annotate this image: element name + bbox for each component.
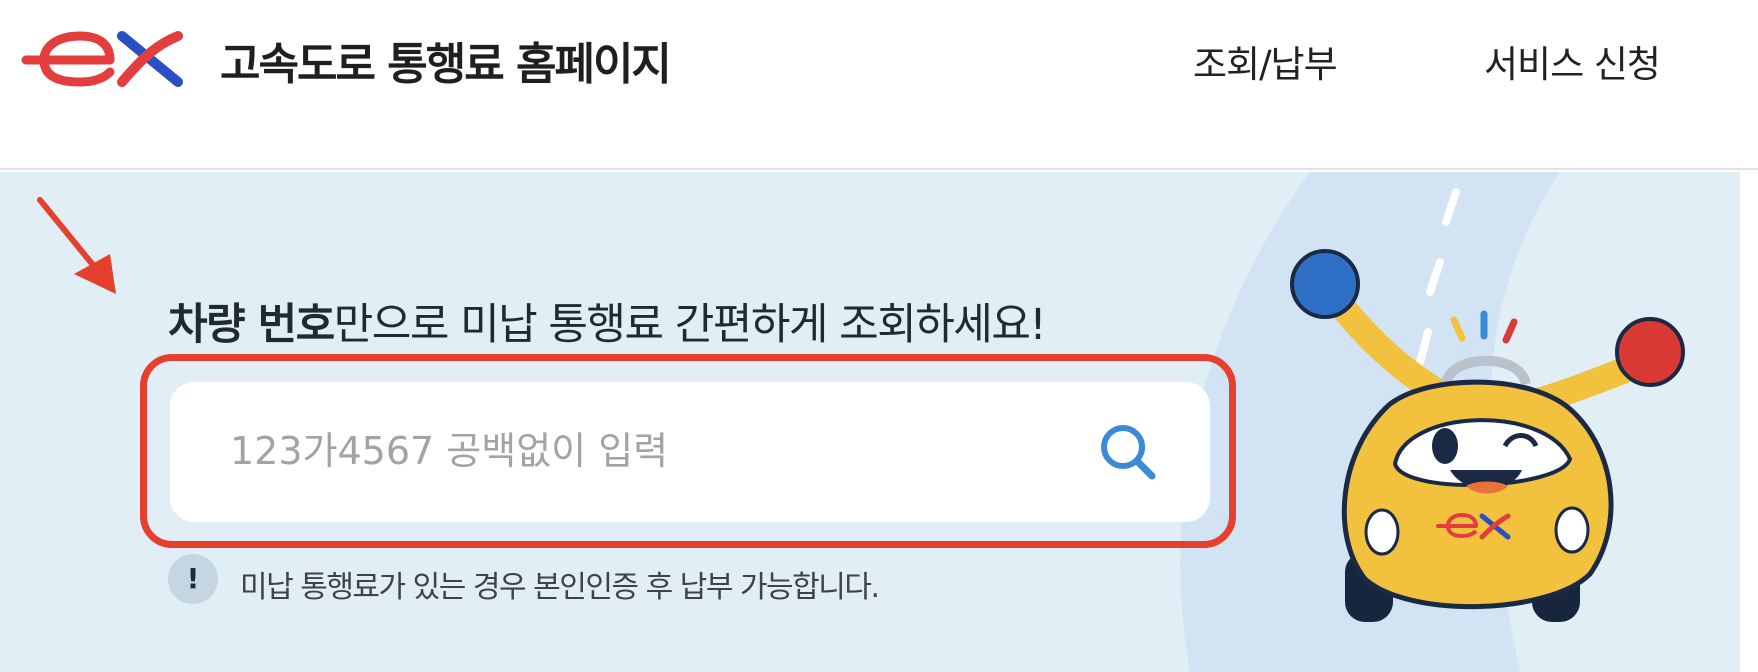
nav-item-service-application[interactable]: 서비스 신청 [1484, 34, 1661, 88]
vehicle-number-input[interactable] [230, 416, 1090, 486]
search-headline: 차량 번호만으로 미납 통행료 간편하게 조회하세요! [168, 290, 1047, 352]
nav-item-inquiry-payment[interactable]: 조회/납부 [1193, 34, 1338, 88]
headline-bold: 차량 번호 [168, 300, 335, 350]
vehicle-number-search [170, 382, 1210, 522]
ex-logo[interactable] [18, 30, 200, 88]
headline-rest: 만으로 미납 통행료 간편하게 조회하세요! [333, 300, 1047, 350]
notice-text: 미납 통행료가 있는 경우 본인인증 후 납부 가능합니다. [240, 570, 880, 605]
mascot-car-icon [1290, 249, 1685, 622]
site-header: 고속도로 통행료 홈페이지 조회/납부 서비스 신청 [0, 0, 1758, 170]
site-title[interactable]: 고속도로 통행료 홈페이지 [220, 28, 672, 92]
hero-section: 차량 번호만으로 미납 통행료 간편하게 조회하세요! ! 미납 통행료가 있는… [0, 172, 1740, 672]
exclamation-icon: ! [168, 554, 218, 604]
page-edge [1740, 172, 1758, 672]
annotation-arrow-icon [37, 197, 116, 294]
search-icon[interactable] [1098, 422, 1158, 482]
